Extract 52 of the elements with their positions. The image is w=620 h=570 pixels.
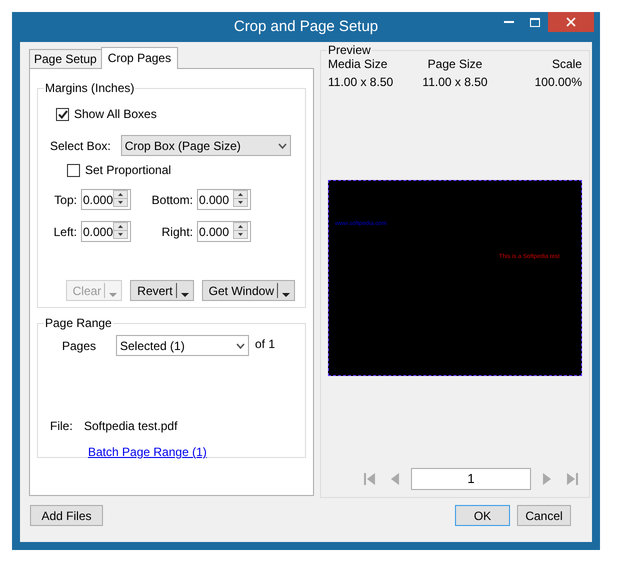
column-value: 11.00 x 8.50: [421, 74, 489, 90]
checkbox[interactable]: [67, 164, 80, 176]
chevron-down-icon: [236, 342, 245, 348]
page-number-field[interactable]: 1: [411, 468, 531, 490]
checkbox-label: Set Proportional: [85, 162, 172, 179]
split-button[interactable]: Get Window: [202, 280, 295, 301]
column-heading: Scale: [550, 56, 582, 72]
dialog-button[interactable]: OK: [455, 505, 510, 526]
field-label: Top:: [53, 192, 78, 208]
maximize-icon: [530, 18, 540, 26]
minimize-icon: [504, 20, 514, 24]
group-title: Margins (Inches): [44, 80, 136, 97]
page-count-label: of 1: [255, 336, 276, 353]
split-button[interactable]: Revert: [130, 280, 194, 301]
checkbox-label: Show All Boxes: [74, 106, 157, 123]
spin-arrows-icon[interactable]: [233, 190, 248, 207]
column-heading: Page Size: [426, 56, 484, 72]
caret-down-icon: [109, 293, 118, 297]
column-heading: Media Size: [328, 56, 388, 72]
number-spinner[interactable]: 0.000: [80, 221, 131, 242]
batch-page-range-link[interactable]: Batch Page Range (1): [88, 443, 207, 461]
field-label: File:: [50, 418, 74, 435]
spin-arrows-icon[interactable]: [233, 222, 248, 239]
window-title: Crop and Page Setup: [234, 16, 378, 37]
field-label: Right:: [160, 224, 194, 240]
field-label: Pages: [61, 338, 98, 354]
select-box-dropdown[interactable]: Crop Box (Page Size): [120, 135, 291, 156]
tab[interactable]: Page Setup: [29, 49, 102, 68]
spin-arrows-icon[interactable]: [113, 222, 128, 239]
number-spinner[interactable]: 0.000: [197, 189, 251, 210]
checkmark-icon: [58, 110, 68, 118]
column-value: 100.00%: [534, 74, 582, 90]
number-spinner[interactable]: 0.000: [80, 189, 131, 210]
checkbox[interactable]: [56, 108, 69, 120]
dialog-button[interactable]: Add Files: [30, 505, 103, 526]
caret-down-icon: [282, 293, 290, 297]
caret-down-icon: [180, 293, 189, 297]
dialog-button[interactable]: Cancel: [517, 505, 571, 526]
group-title: Page Range: [44, 315, 113, 332]
pages-dropdown[interactable]: Selected (1): [116, 335, 249, 356]
file-name: Softpedia test.pdf: [84, 418, 178, 435]
number-spinner[interactable]: 0.000: [197, 221, 251, 242]
field-label: Bottom:: [150, 192, 194, 208]
chevron-down-icon: [278, 142, 287, 148]
tab[interactable]: Crop Pages: [100, 47, 178, 69]
close-button[interactable]: [548, 12, 594, 32]
field-label: Left:: [52, 224, 78, 240]
group-title: Preview: [327, 44, 372, 56]
field-label: Select Box:: [50, 138, 111, 154]
spin-arrows-icon[interactable]: [113, 190, 128, 207]
close-icon: [566, 17, 576, 27]
column-value: 11.00 x 8.50: [328, 74, 394, 90]
